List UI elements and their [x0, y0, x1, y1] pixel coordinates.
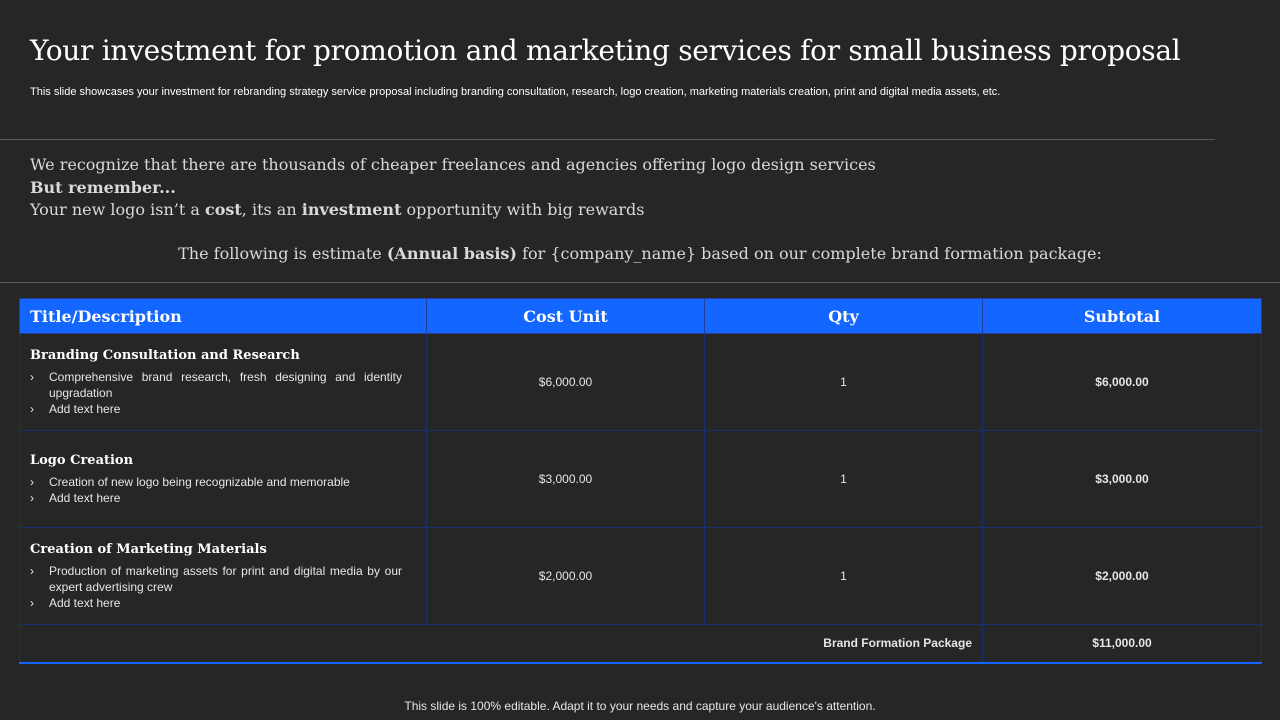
row-bullets: › Production of marketing assets for prin… [30, 563, 402, 611]
header-cost-unit: Cost Unit [426, 298, 705, 334]
row-bullets: › Comprehensive brand research, fresh des… [30, 369, 402, 417]
list-item: › Comprehensive brand research, fresh des… [30, 369, 402, 401]
intro-line-3-part: opportunity with big rewards [401, 200, 645, 219]
row-cost-unit: $2,000.00 [426, 527, 705, 625]
intro-line-1: We recognize that there are thousands of… [30, 155, 876, 174]
chevron-right-icon: › [30, 595, 34, 610]
intro-text: We recognize that there are thousands of… [30, 154, 876, 222]
table-header-row: Title/Description Cost Unit Qty Subtotal [19, 298, 1262, 334]
row-description: Branding Consultation and Research › Comp… [19, 333, 427, 431]
row-cost-unit: $3,000.00 [426, 430, 705, 528]
row-subtotal: $2,000.00 [982, 527, 1262, 625]
chevron-right-icon: › [30, 401, 34, 416]
bullet-text: Production of marketing assets for print… [49, 563, 402, 594]
bullet-text: Add text here [49, 401, 121, 416]
bullet-text: Add text here [49, 595, 121, 610]
intro-line-3: Your new logo isn’t a cost, its an inves… [30, 199, 876, 222]
pricing-table: Title/Description Cost Unit Qty Subtotal… [19, 298, 1262, 664]
list-item: › Add text here [30, 595, 402, 611]
estimate-part: The following is estimate [178, 244, 387, 263]
total-value: $11,000.00 [982, 624, 1262, 664]
bullet-text: Creation of new logo being recognizable … [49, 474, 350, 489]
row-description: Creation of Marketing Materials › Product… [19, 527, 427, 625]
footer-note: This slide is 100% editable. Adapt it to… [404, 699, 876, 713]
row-qty: 1 [704, 527, 983, 625]
intro-line-3-part: , its an [241, 200, 302, 219]
list-item: › Add text here [30, 490, 402, 506]
list-item: › Creation of new logo being recognizable… [30, 474, 402, 490]
table-row: Branding Consultation and Research › Comp… [19, 333, 1262, 431]
chevron-right-icon: › [30, 563, 34, 578]
divider-middle [0, 282, 1280, 283]
row-qty: 1 [704, 333, 983, 431]
row-title: Branding Consultation and Research [30, 347, 300, 363]
page-subtitle: This slide showcases your investment for… [30, 86, 1001, 98]
table-total-row: Brand Formation Package $11,000.00 [19, 624, 1262, 664]
intro-line-2: But remember... [30, 177, 176, 197]
header-qty: Qty [704, 298, 983, 334]
row-title: Creation of Marketing Materials [30, 541, 267, 557]
divider-top [0, 139, 1215, 140]
slide: Your investment for promotion and market… [0, 0, 1280, 720]
row-title: Logo Creation [30, 452, 134, 468]
estimate-part: for {company_name} based on our complete… [516, 244, 1102, 263]
total-label: Brand Formation Package [19, 624, 983, 664]
header-subtotal: Subtotal [982, 298, 1262, 334]
estimate-annual-basis: (Annual basis) [386, 244, 517, 263]
row-subtotal: $6,000.00 [982, 333, 1262, 431]
row-cost-unit: $6,000.00 [426, 333, 705, 431]
list-item: › Add text here [30, 401, 402, 417]
bullet-text: Comprehensive brand research, fresh desi… [49, 369, 402, 400]
table-row: Creation of Marketing Materials › Product… [19, 527, 1262, 625]
row-subtotal: $3,000.00 [982, 430, 1262, 528]
row-description: Logo Creation › Creation of new logo bein… [19, 430, 427, 528]
intro-investment-word: investment [301, 200, 402, 219]
chevron-right-icon: › [30, 474, 34, 489]
list-item: › Production of marketing assets for prin… [30, 563, 402, 595]
header-title-description: Title/Description [19, 298, 427, 334]
estimate-line: The following is estimate (Annual basis)… [0, 244, 1280, 263]
chevron-right-icon: › [30, 490, 34, 505]
intro-line-3-part: Your new logo isn’t a [30, 200, 205, 219]
row-bullets: › Creation of new logo being recognizable… [30, 474, 402, 506]
page-title: Your investment for promotion and market… [30, 34, 1181, 67]
intro-cost-word: cost [204, 200, 242, 219]
row-qty: 1 [704, 430, 983, 528]
chevron-right-icon: › [30, 369, 34, 384]
bullet-text: Add text here [49, 490, 121, 505]
table-row: Logo Creation › Creation of new logo bein… [19, 430, 1262, 528]
